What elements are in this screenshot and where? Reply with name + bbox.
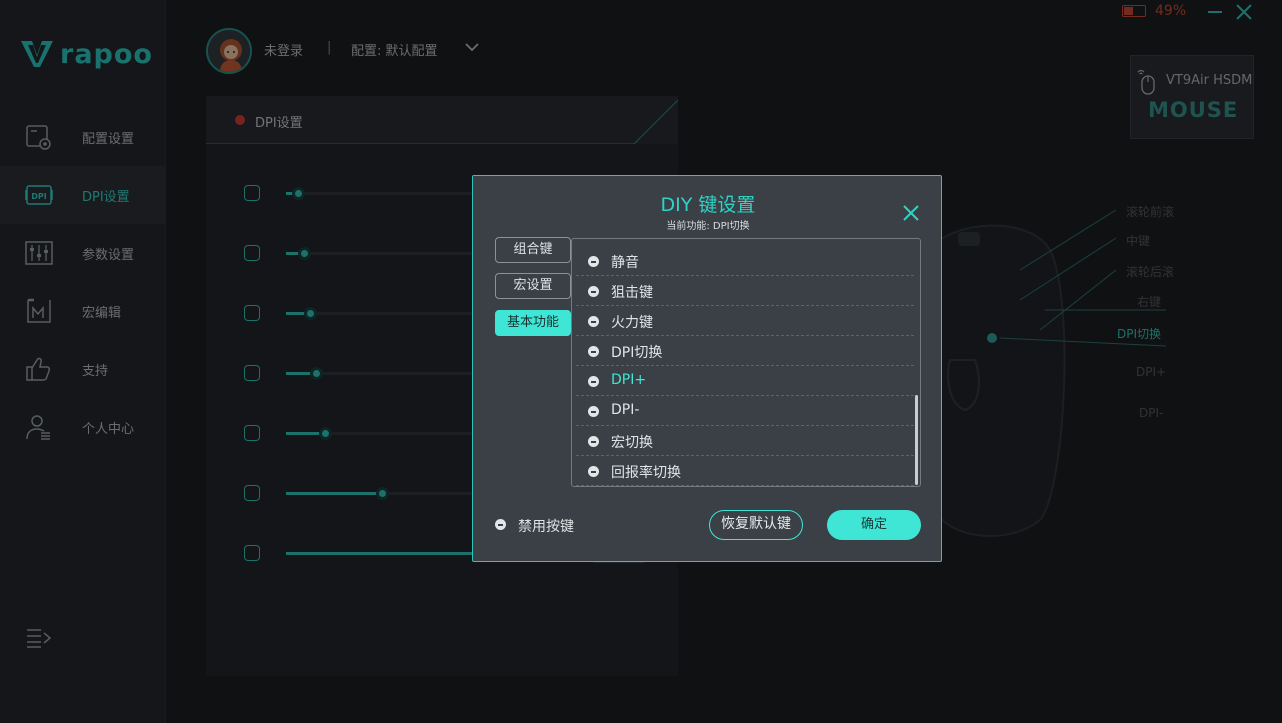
diy-key-dialog: DIY 键设置 当前功能: DPI切换 组合键 宏设置 基本功能 静音狙击键火力… [472,175,942,562]
option-label: 静音 [611,255,639,271]
function-option[interactable]: DPI+ [576,366,914,396]
function-option[interactable]: 静音 [576,246,914,276]
option-radio[interactable] [588,406,599,417]
function-option[interactable]: DPI切换 [576,336,914,366]
option-label: 火力键 [611,315,653,331]
function-list: 静音狙击键火力键 DPI切换 DPI+ DPI- 宏切换回报率切换 [571,238,921,487]
option-radio[interactable] [588,436,599,447]
option-label: DPI切换 [611,345,663,361]
tab-basic-functions[interactable]: 基本功能 [495,310,571,336]
function-option[interactable]: 宏切换 [576,426,914,456]
function-option[interactable]: 狙击键 [576,276,914,306]
close-icon[interactable] [901,203,921,223]
app-window: rapoo 配置设置 DPI DPI设置 参数设置 宏编辑 支持 个人中心 未登… [0,0,1282,723]
option-radio[interactable] [588,316,599,327]
option-label: DPI+ [611,372,647,388]
option-radio[interactable] [588,376,599,387]
scrollbar-thumb[interactable] [915,395,918,485]
option-radio[interactable] [588,256,599,267]
function-option[interactable]: DPI- [576,396,914,426]
option-radio[interactable] [588,286,599,297]
tab-macro-settings[interactable]: 宏设置 [495,273,571,299]
restore-default-button[interactable]: 恢复默认键 [709,510,803,540]
disable-key-radio[interactable] [495,519,506,530]
option-radio[interactable] [588,466,599,477]
confirm-button[interactable]: 确定 [827,510,921,540]
dialog-title: DIY 键设置 [660,194,756,216]
function-option[interactable]: 回报率切换 [576,456,914,486]
tab-combo-key[interactable]: 组合键 [495,237,571,263]
option-label: 狙击键 [611,285,653,301]
disable-key-label[interactable]: 禁用按键 [518,516,574,536]
dialog-subtitle: 当前功能: DPI切换 [666,221,750,232]
function-option[interactable]: 火力键 [576,306,914,336]
option-radio[interactable] [588,346,599,357]
option-label: 宏切换 [611,435,653,451]
option-label: DPI- [611,402,640,418]
option-label: 回报率切换 [611,465,681,481]
